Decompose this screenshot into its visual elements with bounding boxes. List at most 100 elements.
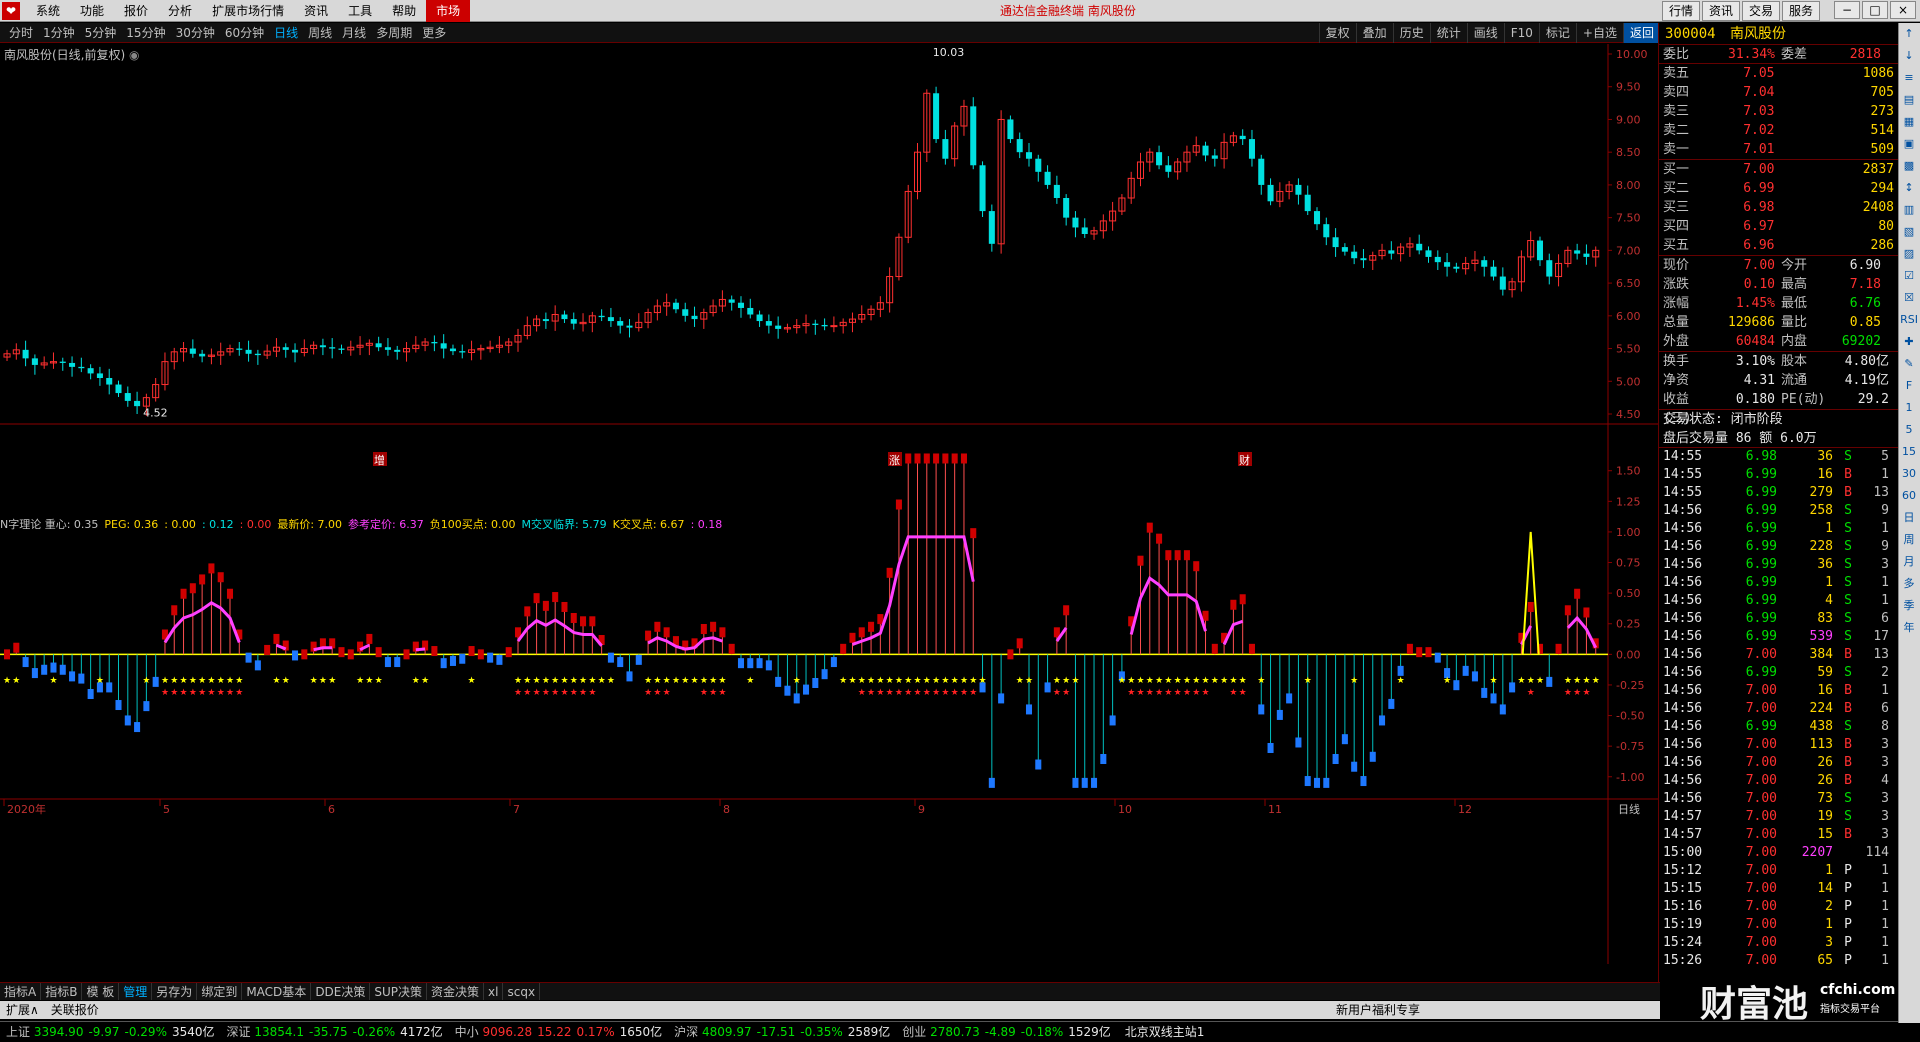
- period-tab[interactable]: 15分钟: [121, 23, 170, 43]
- chart-tool-button[interactable]: +自选: [1575, 23, 1623, 43]
- period-tab[interactable]: 30分钟: [171, 23, 220, 43]
- signal-star: ★: [412, 676, 420, 686]
- index-quote[interactable]: 创业 2780.73 -4.89 -0.18% 1529亿: [896, 1022, 1117, 1042]
- period-tab[interactable]: 月线: [337, 23, 371, 43]
- indicator-tab[interactable]: 模 板: [82, 983, 120, 1000]
- tool-strip-button[interactable]: 30: [1899, 463, 1919, 485]
- chart-tool-button[interactable]: F10: [1503, 23, 1539, 43]
- tool-strip-button[interactable]: 1: [1899, 397, 1919, 419]
- chart-tool-button[interactable]: 历史: [1392, 23, 1430, 43]
- indicator-tab[interactable]: DDE决策: [311, 983, 371, 1000]
- menu-item[interactable]: 分析: [158, 0, 202, 22]
- period-tab[interactable]: 60分钟: [220, 23, 269, 43]
- menu-item[interactable]: 扩展市场行情: [202, 0, 294, 22]
- tool-strip-button[interactable]: ▣: [1899, 133, 1919, 155]
- period-tab[interactable]: 1分钟: [38, 23, 80, 43]
- tool-strip-button[interactable]: F: [1899, 375, 1919, 397]
- tool-strip-button[interactable]: ▧: [1899, 221, 1919, 243]
- chart-tool-button[interactable]: 画线: [1466, 23, 1504, 43]
- chart-tool-button[interactable]: 统计: [1429, 23, 1467, 43]
- trade-state: 交易状态: 闭市阶段: [1663, 412, 1783, 427]
- tool-strip-button[interactable]: 多: [1899, 573, 1919, 595]
- top-nav-button[interactable]: 资讯: [1701, 1, 1740, 21]
- top-nav-button[interactable]: 行情: [1661, 1, 1700, 21]
- indicator-tab[interactable]: SUP决策: [370, 983, 428, 1000]
- tool-strip-button[interactable]: ▨: [1899, 243, 1919, 265]
- tool-strip-button[interactable]: ▤: [1899, 89, 1919, 111]
- tool-strip-button[interactable]: 60: [1899, 485, 1919, 507]
- top-nav-button[interactable]: 交易: [1741, 1, 1780, 21]
- indicator-block: [784, 685, 791, 696]
- indicator-tab[interactable]: 指标A: [0, 983, 42, 1000]
- tool-strip-button[interactable]: ≡: [1899, 67, 1919, 89]
- kline-chart-svg[interactable]: 10.00 9.50 9.00 8.50 8.00 7.50 7.00 6.50 6.00 5.5…: [0, 44, 1660, 964]
- menu-item[interactable]: 功能: [70, 0, 114, 22]
- stat-value: 7.00: [1743, 258, 1775, 273]
- period-tab[interactable]: 更多: [417, 23, 451, 43]
- tool-strip-button[interactable]: ▥: [1899, 199, 1919, 221]
- menu-item[interactable]: 报价: [114, 0, 158, 22]
- close-icon[interactable]: ×: [1890, 1, 1916, 19]
- tick-price: 6.99: [1745, 593, 1777, 608]
- indicator-tab[interactable]: 指标B: [41, 983, 83, 1000]
- minimize-icon[interactable]: −: [1834, 1, 1860, 19]
- period-tab[interactable]: 5分钟: [80, 23, 122, 43]
- tool-strip-button[interactable]: ✎: [1899, 353, 1919, 375]
- chart-tool-button[interactable]: 标记: [1538, 23, 1576, 43]
- after-hours: 盘后交易量 86 额 6.0万: [1659, 429, 1898, 448]
- menu-item[interactable]: 帮助: [382, 0, 426, 22]
- tool-strip-button[interactable]: ↕: [1899, 177, 1919, 199]
- indicator-tab[interactable]: MACD基本: [242, 983, 312, 1000]
- indicator-tab[interactable]: xl: [484, 983, 504, 1000]
- tool-strip-button[interactable]: 月: [1899, 551, 1919, 573]
- low-price-label: 4.52: [143, 407, 168, 420]
- tool-strip-button[interactable]: ☑: [1899, 265, 1919, 287]
- index-quote[interactable]: 沪深 4809.97 -17.51 -0.35% 2589亿: [668, 1022, 896, 1042]
- chart-title: 南风股份(日线,前复权) ◉: [4, 46, 140, 63]
- tool-strip-button[interactable]: ▦: [1899, 111, 1919, 133]
- tool-strip-button[interactable]: ↑: [1899, 23, 1919, 45]
- index-quote[interactable]: 深证 13854.1 -35.75 -0.26% 4172亿: [221, 1022, 449, 1042]
- menu-item[interactable]: 工具: [338, 0, 382, 22]
- menu-item[interactable]: 资讯: [294, 0, 338, 22]
- tool-strip-button[interactable]: 日: [1899, 507, 1919, 529]
- tool-strip-button[interactable]: 15: [1899, 441, 1919, 463]
- index-quote[interactable]: 上证 3394.90 -9.97 -0.29% 3540亿: [0, 1022, 221, 1042]
- tool-strip-button[interactable]: RSI: [1899, 309, 1919, 331]
- tool-strip-button[interactable]: 季: [1899, 595, 1919, 617]
- period-tab[interactable]: 分时: [4, 23, 38, 43]
- tick-volume: 73: [1817, 791, 1833, 806]
- market-menu-button[interactable]: 市场: [426, 0, 471, 22]
- tool-strip-button[interactable]: 周: [1899, 529, 1919, 551]
- tool-strip-button[interactable]: 年: [1899, 617, 1919, 639]
- tool-strip-button[interactable]: ☒: [1899, 287, 1919, 309]
- menu-item[interactable]: 系统: [26, 0, 70, 22]
- tick-list[interactable]: 14:55 6.98 36 S 5 14:55 6.99 16 B 1 14:55 6.99 279 B 1…: [1659, 448, 1898, 970]
- tool-strip-button[interactable]: ✚: [1899, 331, 1919, 353]
- tool-strip-button[interactable]: 5: [1899, 419, 1919, 441]
- expand-item[interactable]: 关联报价: [45, 1001, 105, 1019]
- period-tab[interactable]: 周线: [303, 23, 337, 43]
- period-tab[interactable]: 日线: [269, 23, 303, 43]
- indicator-tab[interactable]: 另存为: [152, 983, 198, 1000]
- indicator-block: [858, 627, 865, 638]
- period-tab[interactable]: 多周期: [371, 23, 417, 43]
- kline-chart-area[interactable]: 10.00 9.50 9.00 8.50 8.00 7.50 7.00 6.50 6.00 5.5…: [0, 44, 1660, 964]
- chart-tool-button[interactable]: 返回: [1622, 23, 1660, 43]
- chart-tool-button[interactable]: 叠加: [1355, 23, 1393, 43]
- indicator-tab[interactable]: scqx: [503, 983, 541, 1000]
- chart-tool-button[interactable]: 复权: [1318, 23, 1356, 43]
- tool-strip-button[interactable]: ▩: [1899, 155, 1919, 177]
- indicator-tab[interactable]: 资金决策: [427, 983, 485, 1000]
- promo-link[interactable]: 新用户福利专享: [1336, 1001, 1420, 1019]
- indicator-tab[interactable]: 绑定到: [197, 983, 243, 1000]
- index-quote[interactable]: 中小 9096.28 15.22 0.17% 1650亿: [449, 1022, 668, 1042]
- expand-item[interactable]: 扩展∧: [0, 1001, 45, 1019]
- tick-volume: 19: [1817, 809, 1833, 824]
- tick-side: P: [1844, 953, 1852, 968]
- indicator-tab[interactable]: 管理: [119, 983, 153, 1000]
- top-nav-button[interactable]: 服务: [1781, 1, 1820, 21]
- maximize-icon[interactable]: □: [1862, 1, 1888, 19]
- settings-circle-icon[interactable]: ◉: [129, 48, 139, 62]
- tool-strip-button[interactable]: ↓: [1899, 45, 1919, 67]
